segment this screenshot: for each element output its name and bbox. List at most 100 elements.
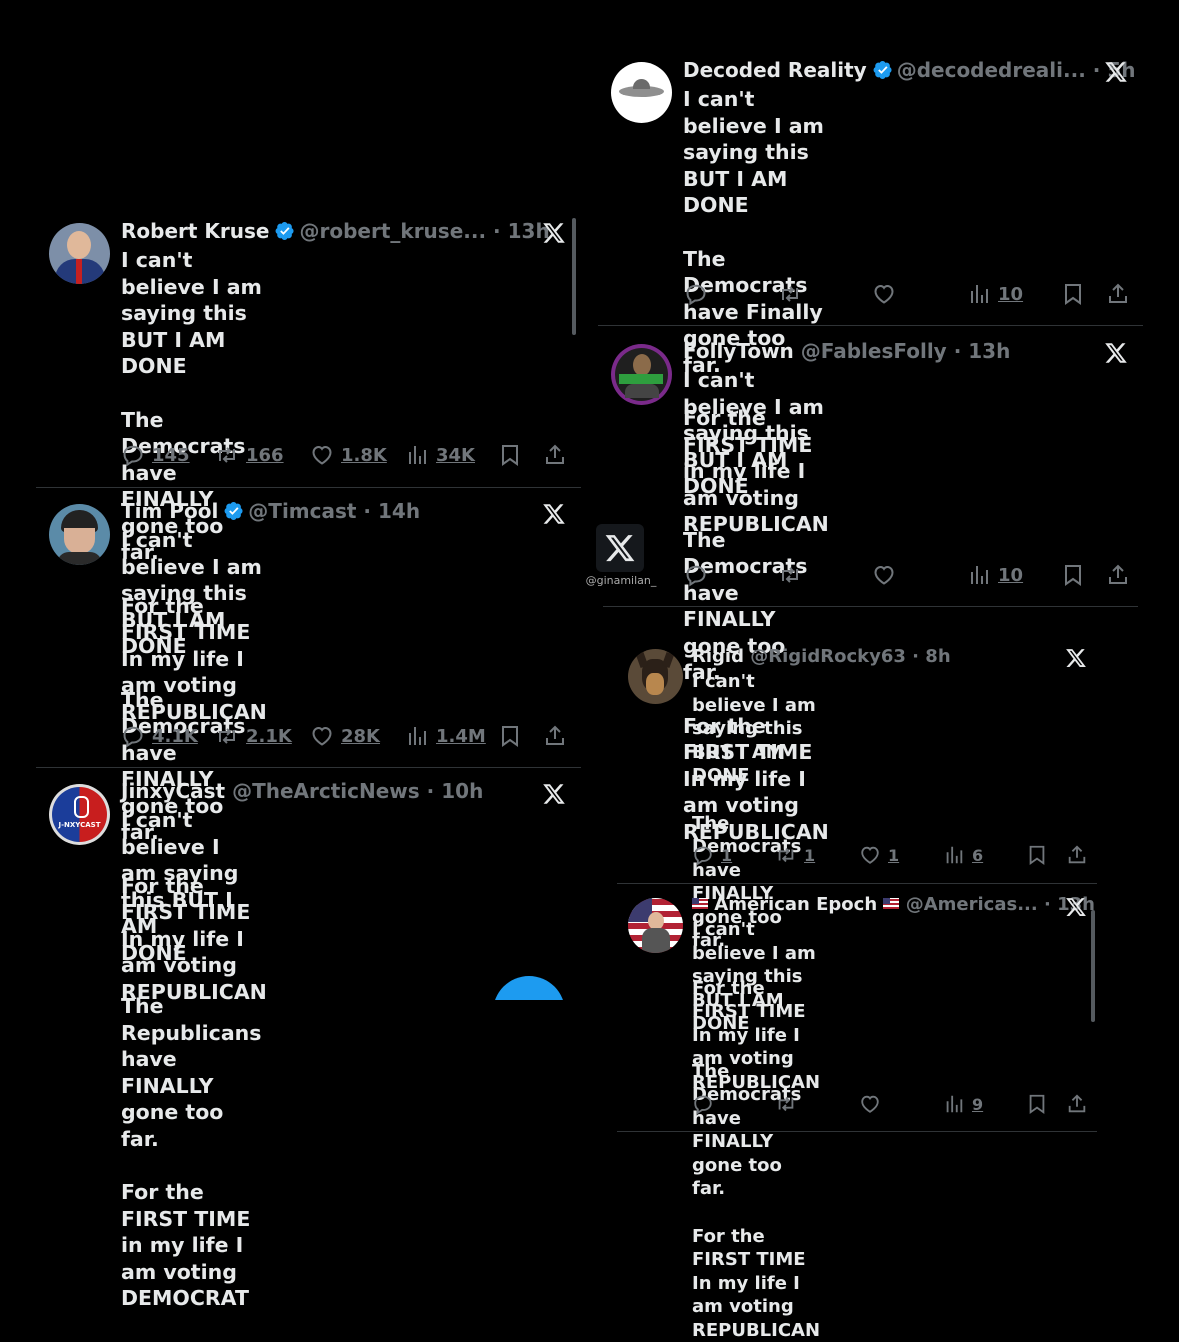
share-icon: [1066, 1093, 1088, 1115]
bookmark-button[interactable]: [1061, 563, 1085, 587]
reply-button[interactable]: [684, 563, 708, 587]
heart-icon: [859, 844, 881, 866]
divider: [36, 767, 581, 768]
share-button[interactable]: [1106, 282, 1130, 306]
views-button[interactable]: 9: [943, 1093, 983, 1115]
reply-button[interactable]: 4.1K: [121, 724, 198, 748]
reply-button[interactable]: 1: [692, 844, 732, 866]
like-button[interactable]: [859, 1093, 881, 1115]
repost-button[interactable]: [778, 563, 802, 587]
bookmark-button[interactable]: [498, 443, 522, 467]
avatar[interactable]: J-NXYCAST: [49, 784, 110, 845]
like-button[interactable]: 1.8K: [310, 443, 387, 467]
share-button[interactable]: [543, 724, 567, 748]
tweet-header: FollyTown @FablesFolly · 13h: [683, 339, 1010, 363]
reply-button[interactable]: 145: [121, 443, 190, 467]
repost-icon: [215, 443, 239, 467]
separator-dot: ·: [1044, 894, 1051, 915]
share-button[interactable]: [1106, 563, 1130, 587]
handle[interactable]: @robert_kruse...: [299, 219, 486, 243]
heart-icon: [872, 282, 896, 306]
separator-dot: ·: [954, 339, 962, 363]
display-name[interactable]: JinxyCast: [121, 779, 225, 803]
views-button[interactable]: 10: [967, 282, 1023, 306]
display-name[interactable]: Tim Pool: [121, 499, 218, 523]
views-icon: [943, 844, 965, 866]
like-button[interactable]: [872, 282, 896, 306]
reply-count: 1: [721, 846, 732, 865]
compose-button[interactable]: [493, 976, 565, 1000]
handle[interactable]: @Timcast: [248, 499, 356, 523]
like-button[interactable]: 1: [859, 844, 899, 866]
display-name[interactable]: American Epoch: [714, 894, 877, 915]
avatar[interactable]: [49, 504, 110, 565]
views-icon: [943, 1093, 965, 1115]
separator-dot: ·: [1093, 58, 1101, 82]
bookmark-button[interactable]: [498, 724, 522, 748]
share-button[interactable]: [1066, 1093, 1088, 1115]
reply-button[interactable]: [692, 1093, 714, 1115]
avatar[interactable]: [628, 898, 683, 953]
bookmark-icon: [1026, 1093, 1048, 1115]
watermark-handle: @ginamilan_: [584, 574, 658, 587]
reply-count: 4.1K: [152, 726, 198, 747]
handle[interactable]: @Americas...: [906, 894, 1038, 915]
bookmark-button[interactable]: [1061, 282, 1085, 306]
timestamp[interactable]: 14h: [378, 499, 420, 523]
like-button[interactable]: [872, 563, 896, 587]
verified-badge-icon: [275, 221, 295, 241]
display-name[interactable]: Rigid: [692, 646, 744, 667]
tweet-line: I can't believe I am saying this BUT I A…: [692, 918, 820, 1036]
separator-dot: ·: [912, 646, 919, 667]
bookmark-button[interactable]: [1026, 1093, 1048, 1115]
repost-button[interactable]: 166: [215, 443, 284, 467]
divider: [598, 325, 1143, 326]
avatar[interactable]: [611, 62, 672, 123]
handle[interactable]: @TheArcticNews: [232, 779, 420, 803]
views-button[interactable]: 10: [967, 563, 1023, 587]
repost-count: 166: [246, 445, 284, 466]
repost-button[interactable]: 1: [775, 844, 815, 866]
reply-icon: [684, 282, 708, 306]
x-logo-icon: [604, 532, 636, 564]
like-count: 28K: [341, 726, 380, 747]
like-count: 1: [888, 846, 899, 865]
avatar[interactable]: [49, 223, 110, 284]
scrollbar[interactable]: [1091, 910, 1095, 1022]
tweet-line: The Democrats have FINALLY gone too far.: [692, 1060, 820, 1201]
views-button[interactable]: 34K: [405, 443, 475, 467]
repost-count: 2.1K: [246, 726, 292, 747]
x-logo-icon: [542, 221, 566, 245]
bookmark-button[interactable]: [1026, 844, 1048, 866]
repost-button[interactable]: [778, 282, 802, 306]
divider: [617, 883, 1097, 884]
repost-button[interactable]: 2.1K: [215, 724, 292, 748]
repost-icon: [215, 724, 239, 748]
share-button[interactable]: [1066, 844, 1088, 866]
avatar[interactable]: [628, 649, 683, 704]
like-button[interactable]: 28K: [310, 724, 380, 748]
view-count: 6: [972, 846, 983, 865]
share-button[interactable]: [543, 443, 567, 467]
display-name[interactable]: Decoded Reality: [683, 58, 867, 82]
reply-icon: [684, 563, 708, 587]
display-name[interactable]: Robert Kruse: [121, 219, 269, 243]
avatar[interactable]: [611, 344, 672, 405]
scrollbar[interactable]: [572, 218, 576, 335]
repost-button[interactable]: [775, 1093, 797, 1115]
reply-icon: [121, 724, 145, 748]
handle[interactable]: @decodedreali...: [897, 58, 1086, 82]
share-icon: [1106, 563, 1130, 587]
timestamp[interactable]: 10h: [441, 779, 483, 803]
display-name[interactable]: FollyTown: [683, 339, 794, 363]
handle[interactable]: @FablesFolly: [801, 339, 947, 363]
view-count: 34K: [436, 445, 475, 466]
views-icon: [405, 724, 429, 748]
reply-button[interactable]: [684, 282, 708, 306]
views-button[interactable]: 6: [943, 844, 983, 866]
timestamp[interactable]: 13h: [968, 339, 1010, 363]
views-button[interactable]: 1.4M: [405, 724, 486, 748]
tweet-line: The Republicans have FINALLY gone too fa…: [121, 993, 261, 1152]
handle[interactable]: @RigidRocky63: [750, 646, 906, 667]
timestamp[interactable]: 8h: [925, 646, 950, 667]
